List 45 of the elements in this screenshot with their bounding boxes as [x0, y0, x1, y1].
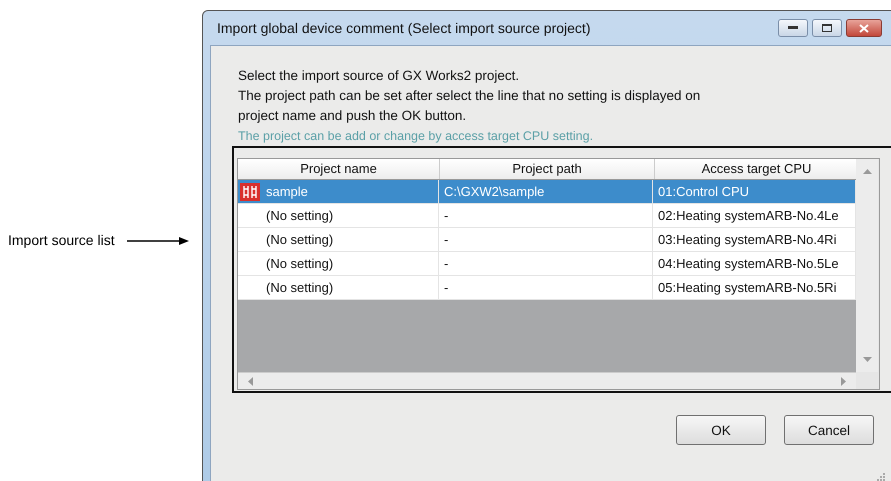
- table-cell: 05:Heating systemARB-No.5Ri: [658, 280, 836, 295]
- horizontal-scrollbar[interactable]: [238, 372, 856, 389]
- scroll-down-icon: [862, 357, 872, 362]
- table-cell: 02:Heating systemARB-No.4Le: [658, 208, 839, 223]
- ladder-icon: [240, 182, 260, 200]
- table-cell: C:\GXW2\sample: [444, 184, 544, 199]
- table-cell: 04:Heating systemARB-No.5Le: [658, 256, 839, 271]
- column-header[interactable]: Project name: [238, 159, 440, 179]
- vertical-scrollbar[interactable]: [856, 159, 878, 372]
- table-cell: -: [444, 208, 448, 223]
- table-cell: -: [444, 280, 448, 295]
- callout-arrow: [126, 236, 189, 246]
- resize-grip-icon: [877, 473, 885, 481]
- scroll-right-icon: [841, 376, 846, 386]
- table-row[interactable]: (No setting) - 05:Heating systemARB-No.5Ri: [238, 276, 856, 300]
- table-row[interactable]: sample C:\GXW2\sample 01:Control CPU: [238, 180, 856, 204]
- dialog-button[interactable]: OK: [676, 415, 766, 445]
- table-cell: (No setting): [266, 256, 334, 271]
- instruction-text: project name and push the OK button.: [238, 107, 468, 125]
- table-cell: (No setting): [266, 280, 334, 295]
- instruction-text: The project path can be set after select the line that no setting is displayed on: [238, 87, 702, 105]
- scroll-up-icon: [862, 169, 872, 174]
- dialog-button[interactable]: Cancel: [784, 415, 874, 445]
- table-cell: sample: [266, 184, 308, 199]
- table-row[interactable]: (No setting) - 02:Heating systemARB-No.4Le: [238, 204, 856, 228]
- table-cell: (No setting): [266, 232, 334, 247]
- minimize-button[interactable]: [778, 19, 808, 37]
- maximize-icon: [822, 24, 832, 32]
- minimize-icon: [788, 26, 798, 30]
- table-cell: 03:Heating systemARB-No.4Ri: [658, 232, 836, 247]
- table-cell: 01:Control CPU: [658, 184, 750, 199]
- table-cell: -: [444, 256, 448, 271]
- table-cell: (No setting): [266, 208, 334, 223]
- scroll-left-icon: [248, 376, 253, 386]
- callout-label: Import source list: [8, 232, 115, 248]
- maximize-button[interactable]: [812, 19, 842, 37]
- table-cell: -: [444, 232, 448, 247]
- column-header[interactable]: Project path: [440, 159, 655, 179]
- close-icon: [859, 24, 869, 32]
- table-row[interactable]: (No setting) - 04:Heating systemARB-No.5Le: [238, 252, 856, 276]
- note-text: The project can be add or change by access target CPU setting.: [238, 129, 594, 143]
- instruction-text: Select the import source of GX Works2 project.: [238, 67, 520, 85]
- close-button[interactable]: [846, 19, 882, 37]
- window-title: Import global device comment (Select import source project): [217, 20, 590, 36]
- table-row[interactable]: (No setting) - 03:Heating systemARB-No.4Ri: [238, 228, 856, 252]
